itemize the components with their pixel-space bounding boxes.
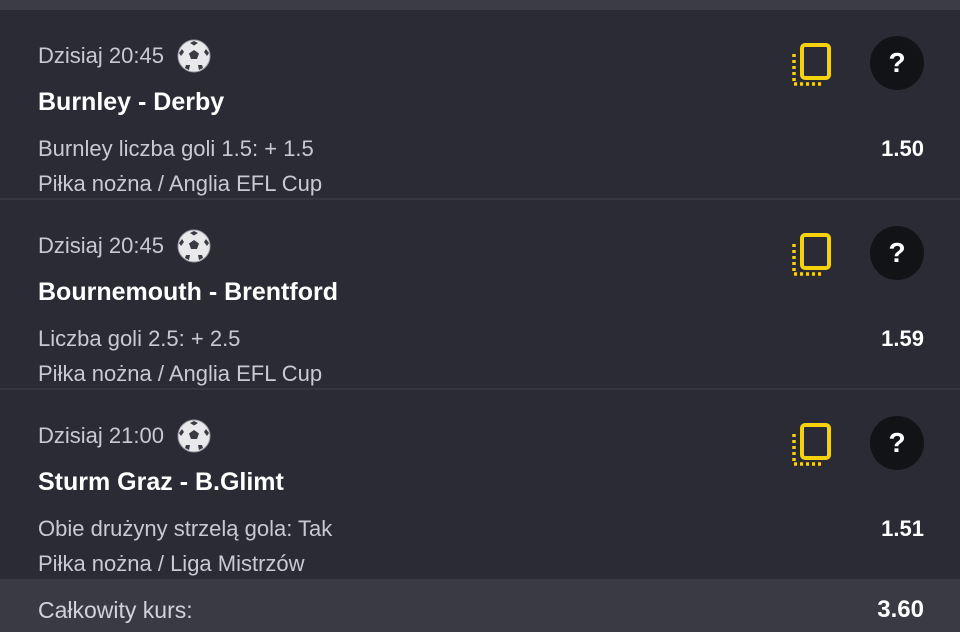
bet-league: Piłka nożna / Liga Mistrzów [38, 551, 305, 576]
help-button[interactable]: ? [870, 416, 924, 470]
bet-league: Piłka nożna / Anglia EFL Cup [38, 361, 323, 386]
bet-datetime: Dzisiaj 20:45 [38, 43, 164, 68]
soccer-ball-icon [177, 39, 211, 73]
bet-datetime-row: Dzisiaj 20:45 [38, 228, 212, 264]
bet-odds: 1.59 [881, 326, 924, 351]
bet-teams: Burnley - Derby [38, 88, 225, 116]
copy-icon[interactable] [788, 42, 836, 90]
bet-odds: 1.50 [881, 136, 924, 161]
help-button[interactable]: ? [870, 36, 924, 90]
bet-teams: Bournemouth - Brentford [38, 278, 338, 306]
help-button[interactable]: ? [870, 226, 924, 280]
bet-market: Obie drużyny strzelą gola: Tak [38, 516, 333, 541]
soccer-ball-icon [177, 419, 211, 453]
bet-market: Liczba goli 2.5: + 2.5 [38, 326, 241, 351]
bet-item: Dzisiaj 21:00 Sturm Graz - B.Glimt Obie … [0, 390, 960, 580]
bet-item: Dzisiaj 20:45 Bournemouth - Brentford Li… [0, 200, 960, 390]
copy-icon[interactable] [788, 422, 836, 470]
total-odds-bar: Całkowity kurs: 3.60 [0, 579, 960, 632]
bet-item: Dzisiaj 20:45 Burnley - Derby Burnley li… [0, 10, 960, 200]
bet-datetime: Dzisiaj 21:00 [38, 423, 164, 448]
top-bar [0, 0, 960, 10]
bet-market: Burnley liczba goli 1.5: + 1.5 [38, 136, 314, 161]
bet-league: Piłka nożna / Anglia EFL Cup [38, 171, 323, 196]
total-odds-label: Całkowity kurs: [38, 597, 193, 623]
bet-odds: 1.51 [881, 516, 924, 541]
bet-teams: Sturm Graz - B.Glimt [38, 468, 284, 496]
bet-datetime: Dzisiaj 20:45 [38, 233, 164, 258]
total-odds-value: 3.60 [877, 596, 924, 623]
bet-datetime-row: Dzisiaj 20:45 [38, 38, 212, 74]
soccer-ball-icon [177, 229, 211, 263]
copy-icon[interactable] [788, 232, 836, 280]
bet-datetime-row: Dzisiaj 21:00 [38, 418, 212, 454]
